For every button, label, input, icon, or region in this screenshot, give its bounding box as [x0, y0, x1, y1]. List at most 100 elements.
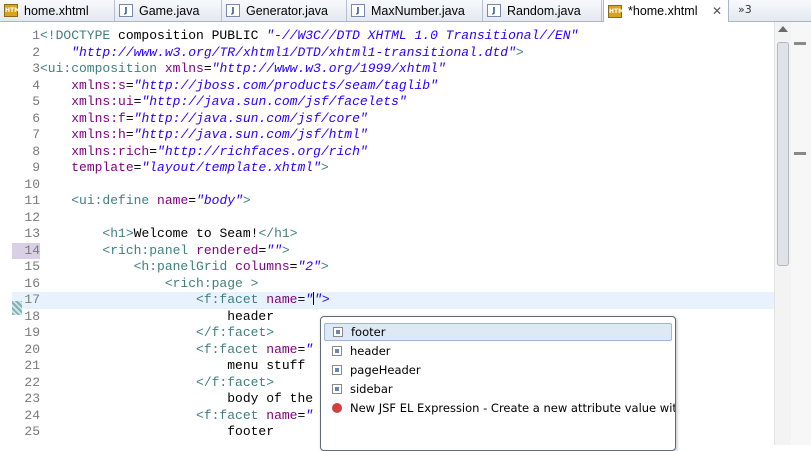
- overview-marker[interactable]: [794, 152, 806, 155]
- code-line[interactable]: 13 <h1>Welcome to Seam!</h1>: [12, 226, 774, 243]
- code-text: menu stuff: [40, 358, 306, 373]
- code-line[interactable]: 4 xmlns:s="http://jboss.com/products/sea…: [12, 78, 774, 95]
- tab-maxnumber-java[interactable]: J MaxNumber.java: [347, 0, 483, 21]
- code-line[interactable]: 9 template="layout/template.xhtml">: [12, 160, 774, 177]
- line-number: 23: [24, 391, 40, 406]
- code-text: <h1>Welcome to Seam!</h1>: [102, 226, 298, 241]
- xhtml-file-icon: HTM: [608, 4, 624, 18]
- vertical-scrollbar[interactable]: [774, 22, 791, 445]
- code-text: <!DOCTYPE composition PUBLIC "-//W3C//DT…: [40, 28, 579, 43]
- scrollbar-thumb[interactable]: [777, 42, 789, 266]
- line-number: 8: [32, 143, 40, 159]
- java-file-icon: J: [351, 4, 365, 17]
- overview-marker[interactable]: [794, 42, 806, 45]
- code-text: <f:facet name=": [196, 341, 314, 357]
- tab-home-xhtml[interactable]: HTM home.xhtml: [0, 0, 115, 21]
- tab-label: Game.java: [139, 3, 200, 18]
- close-icon[interactable]: ✕: [712, 4, 722, 18]
- java-file-icon: J: [119, 4, 133, 17]
- line-number: 19: [24, 325, 40, 340]
- code-text: </f:facet>: [196, 325, 275, 340]
- overview-ruler[interactable]: [791, 22, 811, 445]
- code-line[interactable]: 17 <f:facet name="">: [12, 292, 774, 309]
- code-line[interactable]: 15 <h:panelGrid columns="2">: [12, 259, 774, 276]
- proposal-new-el-expression[interactable]: New JSF EL Expression - Create a new att…: [324, 399, 675, 417]
- tab-label: Random.java: [507, 3, 581, 18]
- code-text: xmlns:h="http://java.sun.com/jsf/html": [71, 127, 368, 142]
- tab-overflow-button[interactable]: »3: [738, 3, 752, 16]
- code-text: header: [40, 308, 275, 324]
- code-text: footer: [40, 424, 275, 439]
- code-line[interactable]: 6 xmlns:f="http://java.sun.com/jsf/core": [12, 111, 774, 128]
- code-line[interactable]: 3<ui:composition xmlns="http://www.w3.or…: [12, 61, 774, 78]
- code-text: template="layout/template.xhtml">: [71, 160, 329, 175]
- scroll-up-arrow-icon[interactable]: [778, 26, 788, 32]
- line-number: 7: [32, 127, 40, 142]
- el-expression-icon: [332, 403, 342, 413]
- attribute-value-icon: [332, 346, 342, 356]
- editor-tab-bar: HTM home.xhtml J Game.java J Generator.j…: [0, 0, 811, 22]
- proposal-label: sidebar: [350, 382, 393, 396]
- line-number: 13: [24, 226, 40, 241]
- code-line[interactable]: 2 "http://www.w3.org/TR/xhtml1/DTD/xhtml…: [12, 45, 774, 62]
- code-text: body of the: [40, 391, 314, 406]
- code-line[interactable]: 11 <ui:define name="body">: [12, 193, 774, 210]
- proposal-label: New JSF EL Expression - Create a new att…: [350, 401, 676, 415]
- proposal-footer[interactable]: footer: [324, 323, 672, 341]
- code-line[interactable]: 16 <rich:page >: [12, 276, 774, 293]
- line-number: 24: [24, 407, 40, 423]
- proposal-label: header: [350, 344, 391, 358]
- line-number: 6: [32, 110, 40, 126]
- line-number: 25: [24, 424, 40, 439]
- tab-home-xhtml-dirty[interactable]: HTM *home.xhtml ✕: [603, 0, 729, 22]
- line-number: 21: [24, 358, 40, 373]
- java-file-icon: J: [487, 4, 501, 17]
- proposal-label: pageHeader: [350, 363, 421, 377]
- code-text: xmlns:rich="http://richfaces.org/rich": [71, 143, 368, 159]
- tab-random-java[interactable]: J Random.java: [483, 0, 602, 21]
- code-line[interactable]: 7 xmlns:h="http://java.sun.com/jsf/html": [12, 127, 774, 144]
- proposal-label: footer: [351, 325, 386, 339]
- code-text: xmlns:s="http://jboss.com/products/seam/…: [71, 77, 438, 93]
- line-number: 9: [32, 160, 40, 175]
- code-line[interactable]: 12: [12, 210, 774, 227]
- xhtml-file-icon: HTM: [4, 4, 20, 17]
- line-number: 5: [32, 94, 40, 109]
- line-number: 16: [24, 275, 40, 291]
- code-line[interactable]: 1<!DOCTYPE composition PUBLIC "-//W3C//D…: [12, 28, 774, 45]
- line-number: 12: [24, 209, 40, 225]
- code-text: <rich:panel rendered="">: [102, 242, 290, 258]
- line-number: 3: [32, 61, 40, 76]
- code-text: <ui:composition xmlns="http://www.w3.org…: [40, 61, 446, 76]
- code-text: <rich:page >: [164, 275, 259, 291]
- content-assist-popup: footer header pageHeader sidebar New JSF…: [320, 316, 676, 451]
- line-number: 14: [12, 242, 40, 259]
- code-line[interactable]: 5 xmlns:ui="http://java.sun.com/jsf/face…: [12, 94, 774, 111]
- code-text: <h:panelGrid columns="2">: [133, 259, 329, 274]
- line-number: 11: [24, 193, 40, 208]
- line-number: 4: [32, 77, 40, 93]
- attribute-value-icon: [332, 384, 342, 394]
- tab-label: *home.xhtml: [628, 4, 698, 18]
- code-line[interactable]: 8 xmlns:rich="http://richfaces.org/rich": [12, 144, 774, 161]
- proposal-header[interactable]: header: [324, 342, 672, 360]
- line-number: 22: [24, 374, 40, 390]
- quick-diff-marker: [12, 301, 22, 315]
- tab-generator-java[interactable]: J Generator.java: [222, 0, 347, 21]
- code-text: <f:facet name=": [196, 407, 314, 423]
- proposal-sidebar[interactable]: sidebar: [324, 380, 672, 398]
- line-number: 2: [32, 44, 40, 60]
- code-text: <f:facet name="">: [196, 292, 330, 307]
- code-text: <ui:define name="body">: [71, 193, 251, 208]
- code-text: xmlns:f="http://java.sun.com/jsf/core": [71, 110, 368, 126]
- code-text: </f:facet>: [196, 374, 275, 390]
- proposal-pageheader[interactable]: pageHeader: [324, 361, 672, 379]
- code-line[interactable]: 14 <rich:panel rendered="">: [12, 242, 774, 259]
- attribute-value-icon: [333, 327, 343, 337]
- line-number: 15: [24, 259, 40, 274]
- tab-label: Generator.java: [246, 3, 328, 18]
- line-number: 20: [24, 341, 40, 357]
- attribute-value-icon: [332, 365, 342, 375]
- code-line[interactable]: 10: [12, 177, 774, 194]
- tab-game-java[interactable]: J Game.java: [115, 0, 222, 21]
